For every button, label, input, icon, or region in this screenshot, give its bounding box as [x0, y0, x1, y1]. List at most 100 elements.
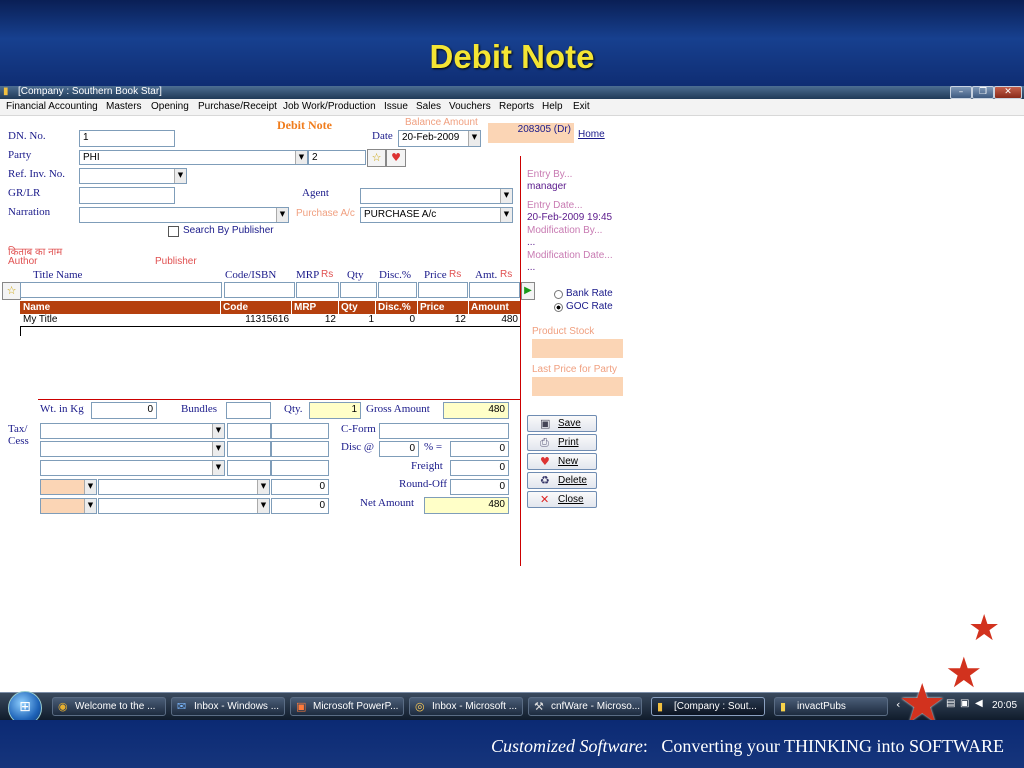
tax-combo-1[interactable]: ▼	[40, 423, 225, 439]
close-button-label: Close	[558, 494, 584, 505]
taskbar-item-inbox-windows[interactable]: ✉ Inbox - Windows ...	[171, 697, 285, 716]
purchase-ac-combo[interactable]: PURCHASE A/c ▼	[360, 207, 513, 223]
search-by-publisher-checkbox[interactable]	[168, 226, 179, 237]
entry-amount-input[interactable]	[469, 282, 520, 298]
entry-mrp-input[interactable]	[296, 282, 339, 298]
chevron-down-icon[interactable]: ▼	[174, 169, 186, 183]
red-divider	[520, 156, 521, 566]
taskbar-item-label: [Company : Sout...	[674, 701, 757, 712]
menu-sales[interactable]: Sales	[416, 101, 441, 112]
freight-input[interactable]: 0	[450, 460, 509, 476]
gross-amount-label: Gross Amount	[366, 403, 430, 415]
restore-button[interactable]: ❐	[972, 86, 994, 99]
entry-date-label: Entry Date...	[527, 200, 583, 211]
party-combo[interactable]: PHI ▼	[79, 150, 308, 165]
entry-title-input[interactable]	[20, 282, 222, 298]
new-party-icon[interactable]: ♥	[386, 149, 406, 167]
chevron-down-icon[interactable]: ▼	[84, 480, 96, 494]
menu-exit[interactable]: Exit	[573, 101, 590, 112]
title-search-star-icon[interactable]: ☆	[2, 282, 21, 300]
chevron-down-icon[interactable]: ▼	[295, 151, 307, 164]
pct-equals-label: % =	[424, 441, 443, 453]
taskbar-item-invactpubs[interactable]: ▮ invactPubs	[774, 697, 888, 716]
qty-total-label: Qty.	[284, 403, 303, 415]
tax-combo-2[interactable]: ▼	[40, 441, 225, 457]
menu-vouchers[interactable]: Vouchers	[449, 101, 491, 112]
menu-opening[interactable]: Opening	[151, 101, 189, 112]
tax-pct-2[interactable]	[227, 441, 271, 457]
entry-qty-input[interactable]	[340, 282, 377, 298]
tax-combo-3[interactable]: ▼	[40, 460, 225, 476]
favorite-star-icon[interactable]: ☆	[367, 149, 386, 167]
minimize-button[interactable]: –	[950, 86, 972, 99]
menu-issue[interactable]: Issue	[384, 101, 408, 112]
disc-pct-input[interactable]: 0	[379, 441, 419, 457]
cform-input[interactable]	[379, 423, 509, 439]
entry-code-input[interactable]	[224, 282, 295, 298]
chevron-down-icon[interactable]: ▼	[84, 499, 96, 513]
date-picker[interactable]: 20-Feb-2009 ▼	[398, 130, 481, 147]
chevron-down-icon[interactable]: ▼	[468, 131, 480, 146]
taskbar-item-inbox-microsoft[interactable]: ◎ Inbox - Microsoft ...	[409, 697, 523, 716]
bank-rate-radio[interactable]	[554, 290, 563, 299]
bundles-input[interactable]	[226, 402, 271, 419]
menu-financial-accounting[interactable]: Financial Accounting	[6, 101, 98, 112]
taskbar-item-company[interactable]: ▮ [Company : Sout...	[651, 697, 765, 716]
narration-combo[interactable]: ▼	[79, 207, 289, 223]
taskbar-item-cnfware[interactable]: ⚒ cnfWare - Microso...	[528, 697, 642, 716]
save-button[interactable]: ▣ Save	[527, 415, 597, 432]
disc-amount-input[interactable]: 0	[450, 441, 509, 457]
close-button[interactable]: ✕ Close	[527, 491, 597, 508]
misc-amount-5[interactable]: 0	[271, 498, 329, 514]
grlr-input[interactable]	[79, 187, 175, 204]
menu-masters[interactable]: Masters	[106, 101, 142, 112]
tax-amt-3[interactable]	[271, 460, 329, 476]
tax-pct-3[interactable]	[227, 460, 271, 476]
menu-job-work[interactable]: Job Work/Production	[283, 101, 376, 112]
chevron-down-icon[interactable]: ▼	[257, 480, 269, 494]
taskbar-item-powerpoint[interactable]: ▣ Microsoft PowerP...	[290, 697, 404, 716]
misc-combo-4b[interactable]: ▼	[98, 479, 270, 495]
table-row[interactable]: My Title 11315616 12 1 0 12 480	[20, 314, 520, 327]
dn-no-input[interactable]: 1	[79, 130, 175, 147]
agent-label: Agent	[302, 187, 329, 199]
delete-button[interactable]: ♻ Delete	[527, 472, 597, 489]
home-link[interactable]: Home	[578, 129, 605, 140]
entry-date-value: 20-Feb-2009 19:45	[527, 212, 613, 223]
chevron-down-icon[interactable]: ▼	[212, 461, 224, 475]
menu-help[interactable]: Help	[542, 101, 563, 112]
entry-disc-input[interactable]	[378, 282, 417, 298]
wt-input[interactable]: 0	[91, 402, 157, 419]
volume-icon[interactable]: ◀	[975, 698, 983, 709]
add-item-arrow-icon[interactable]: ▶	[521, 282, 535, 300]
party-code-input[interactable]: 2	[308, 150, 366, 165]
new-button[interactable]: ♥ New	[527, 453, 597, 470]
misc-amount-4[interactable]: 0	[271, 479, 329, 495]
taskbar-item-welcome[interactable]: ◉ Welcome to the ...	[52, 697, 166, 716]
ref-inv-combo[interactable]: ▼	[79, 168, 187, 184]
misc-combo-4a[interactable]: ▼	[40, 479, 97, 495]
chevron-down-icon[interactable]: ▼	[276, 208, 288, 222]
menu-reports[interactable]: Reports	[499, 101, 534, 112]
roundoff-input[interactable]: 0	[450, 479, 509, 495]
print-button[interactable]: ⎙ Print	[527, 434, 597, 451]
misc-combo-5b[interactable]: ▼	[98, 498, 270, 514]
menu-purchase-receipt[interactable]: Purchase/Receipt	[198, 101, 277, 112]
chevron-down-icon[interactable]: ▼	[212, 424, 224, 438]
tax-pct-1[interactable]	[227, 423, 271, 439]
goc-rate-radio[interactable]	[554, 303, 563, 312]
network-icon[interactable]: ▤	[946, 698, 955, 709]
display-icon[interactable]: ▣	[960, 698, 969, 709]
misc-combo-5a[interactable]: ▼	[40, 498, 97, 514]
chevron-down-icon[interactable]: ▼	[500, 208, 512, 222]
chevron-down-icon[interactable]: ▼	[257, 499, 269, 513]
agent-combo[interactable]: ▼	[360, 188, 513, 204]
close-window-button[interactable]: ✕	[994, 86, 1022, 99]
grid-col-amount: Amount	[471, 302, 509, 313]
tax-amt-2[interactable]	[271, 441, 329, 457]
chevron-down-icon[interactable]: ▼	[212, 442, 224, 456]
chevron-down-icon[interactable]: ▼	[500, 189, 512, 203]
clock[interactable]: 20:05	[992, 700, 1017, 711]
tax-amt-1[interactable]	[271, 423, 329, 439]
entry-price-input[interactable]	[418, 282, 468, 298]
